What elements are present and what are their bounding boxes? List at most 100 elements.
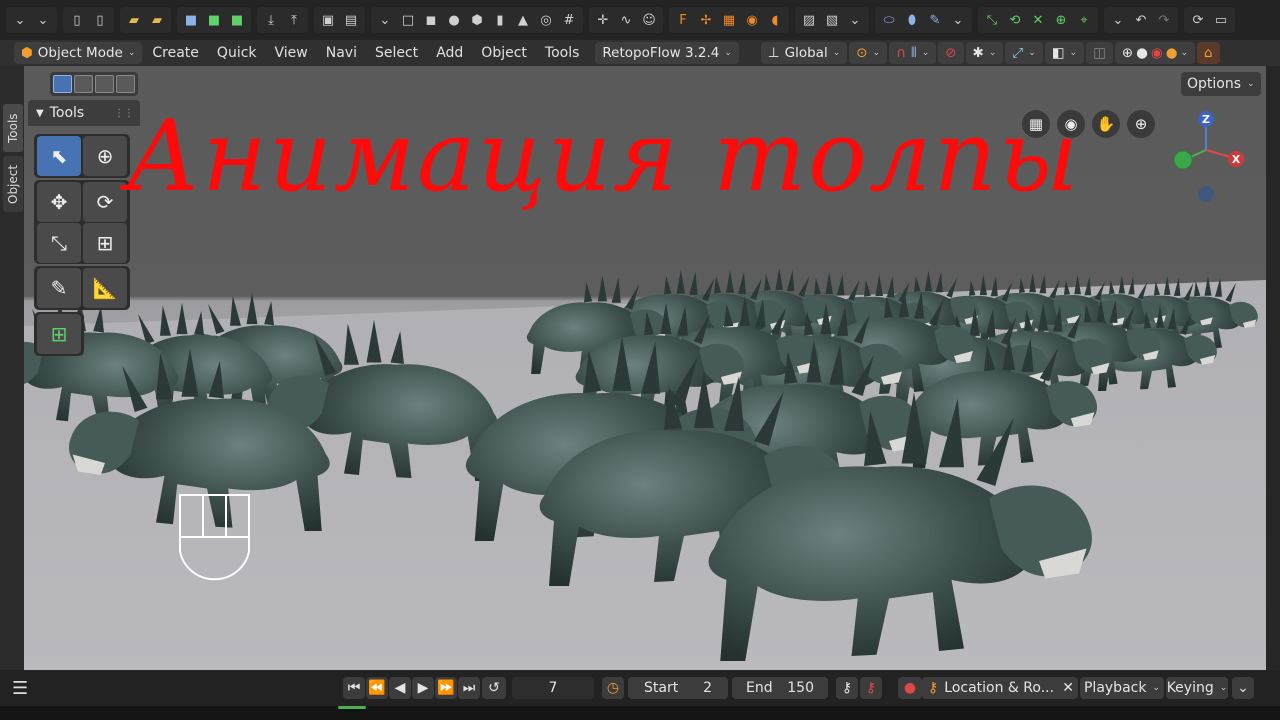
current-frame-field[interactable]: 7 <box>512 677 594 699</box>
mirror-icon[interactable]: ⬮ <box>901 9 923 31</box>
dropdown-icon[interactable]: ⌄ <box>1107 9 1129 31</box>
menu-quick[interactable]: Quick <box>209 45 265 61</box>
play-reverse-button[interactable]: ◀ <box>389 677 411 699</box>
limit-icon[interactable]: ✕ <box>1027 9 1049 31</box>
render-image-icon[interactable]: ▣ <box>317 9 339 31</box>
recent-folder-icon[interactable]: ▰ <box>146 9 168 31</box>
save-copy-icon[interactable]: ■ <box>226 9 248 31</box>
open-folder-icon[interactable]: ▰ <box>123 9 145 31</box>
monkey-icon[interactable]: ☺ <box>638 9 660 31</box>
select-new-icon[interactable] <box>53 75 72 93</box>
import-icon[interactable]: ⤓ <box>260 9 282 31</box>
menu-select[interactable]: Select <box>367 45 426 61</box>
new-file-icon[interactable]: ▯ <box>66 9 88 31</box>
modifier-icon[interactable]: ✎ <box>924 9 946 31</box>
axis-gizmo[interactable]: Z X <box>1168 108 1258 208</box>
add-cube-tool[interactable]: ⊞ <box>37 314 81 354</box>
subdivision-icon[interactable]: ⬭ <box>878 9 900 31</box>
mode-selector[interactable]: ⬢ Object Mode ⌄ <box>14 42 143 64</box>
pivot-selector[interactable]: ⊙ ⌄ <box>849 42 888 64</box>
render-animation-icon[interactable]: ▤ <box>340 9 362 31</box>
constraint-icon[interactable]: ⤡ <box>981 9 1003 31</box>
undo-icon[interactable]: ↶ <box>1130 9 1152 31</box>
speaker-icon[interactable]: ◖ <box>764 9 786 31</box>
jump-key-back-button[interactable]: ⏪ <box>366 677 388 699</box>
empty-icon[interactable]: ✛ <box>592 9 614 31</box>
menu-object[interactable]: Object <box>473 45 535 61</box>
end-frame-field[interactable]: End 150 <box>732 677 828 699</box>
redo-icon[interactable]: ↷ <box>1153 9 1175 31</box>
material-shading-icon[interactable]: ◉ <box>1151 45 1163 61</box>
scale-tool[interactable]: ⤡ <box>37 223 81 263</box>
dropdown-icon[interactable]: ⌄ <box>947 9 969 31</box>
lattice-icon[interactable]: ▦ <box>718 9 740 31</box>
cylinder-icon[interactable]: ▮ <box>489 9 511 31</box>
solid-shading-icon[interactable]: ● <box>1136 45 1148 61</box>
annotate-tool[interactable]: ✎ <box>37 268 81 308</box>
dropdown-icon[interactable]: ⌄ <box>374 9 396 31</box>
keyframe-delete-button[interactable]: ⚷ <box>860 677 882 699</box>
keyframe-insert-button[interactable]: ⚷ <box>836 677 858 699</box>
select-box-tool[interactable]: ⬉ <box>37 136 81 176</box>
rendered-shading-icon[interactable]: ● <box>1166 45 1178 61</box>
copy-location-icon[interactable]: ⟲ <box>1004 9 1026 31</box>
transform-tool[interactable]: ⊞ <box>83 223 127 263</box>
proportional-toggle[interactable]: ⊘ <box>938 42 964 64</box>
rotate-tool[interactable]: ⟳ <box>83 182 127 222</box>
grid-icon[interactable]: # <box>558 9 580 31</box>
torus-icon[interactable]: ◎ <box>535 9 557 31</box>
ico-sphere-icon[interactable]: ⬢ <box>466 9 488 31</box>
pan-button[interactable]: ✋ <box>1092 110 1120 138</box>
preview-range-toggle[interactable]: ◷ <box>602 677 624 699</box>
shading-selector[interactable]: ⊕ ● ◉ ● ⌄ <box>1114 42 1196 64</box>
save-as-icon[interactable]: ■ <box>203 9 225 31</box>
menu-navi[interactable]: Navi <box>318 45 365 61</box>
snap-selector[interactable]: ∩ ⫴ ⌄ <box>889 42 937 64</box>
neg-z-axis-handle[interactable] <box>1198 186 1214 202</box>
timeline-dropdown[interactable]: ⌄ <box>1232 677 1254 699</box>
retopoflow-menu[interactable]: RetopoFlow 3.2.4 ⌄ <box>595 42 739 64</box>
menu-create[interactable]: Create <box>144 45 207 61</box>
camera-icon[interactable]: ◉ <box>741 9 763 31</box>
blank-file-icon[interactable]: ▯ <box>89 9 111 31</box>
cube-icon[interactable]: ◼ <box>420 9 442 31</box>
home-button[interactable]: ⌂ <box>1197 42 1220 64</box>
window-icon[interactable]: ▭ <box>1210 9 1232 31</box>
keying-menu[interactable]: Keying ⌄ <box>1166 677 1228 699</box>
menu-add[interactable]: Add <box>428 45 471 61</box>
playback-menu[interactable]: Playback ⌄ <box>1080 677 1164 699</box>
start-frame-field[interactable]: Start 2 <box>628 677 728 699</box>
clear-icon[interactable]: ✕ <box>1062 680 1074 696</box>
keying-set-field[interactable]: ⚷ Location & Ro... ✕ <box>922 677 1078 699</box>
armature-icon[interactable]: ✢ <box>695 9 717 31</box>
auto-key-toggle[interactable]: ● <box>898 677 922 699</box>
move-tool[interactable]: ✥ <box>37 182 81 222</box>
options-dropdown[interactable]: Options ⌄ <box>1181 72 1261 96</box>
export-icon[interactable]: ⤒ <box>283 9 305 31</box>
wireframe-shading-icon[interactable]: ⊕ <box>1122 45 1133 61</box>
visibility-selector[interactable]: ✱ ⌄ <box>965 42 1004 64</box>
select-invert-icon[interactable] <box>116 75 135 93</box>
dropdown-icon[interactable]: ⌄ <box>32 9 54 31</box>
image-plane-icon[interactable]: ▧ <box>821 9 843 31</box>
gizmo-selector[interactable]: ⤢ ⌄ <box>1005 42 1043 64</box>
cone-icon[interactable]: ▲ <box>512 9 534 31</box>
hamburger-menu-icon[interactable]: ☰ <box>12 678 28 699</box>
curve-icon[interactable]: ∿ <box>615 9 637 31</box>
cursor-tool[interactable]: ⊕ <box>83 136 127 176</box>
jump-key-forward-button[interactable]: ⏩ <box>435 677 457 699</box>
text-icon[interactable]: F <box>672 9 694 31</box>
tab-object[interactable]: Object <box>3 156 23 212</box>
y-axis-handle[interactable] <box>1173 150 1193 170</box>
dropdown-icon[interactable]: ⌄ <box>9 9 31 31</box>
save-icon[interactable]: ■ <box>180 9 202 31</box>
jump-start-button[interactable]: ⏮ <box>343 677 365 699</box>
reload-icon[interactable]: ⟳ <box>1187 9 1209 31</box>
xray-toggle[interactable]: ◫ <box>1086 42 1113 64</box>
image-icon[interactable]: ▨ <box>798 9 820 31</box>
orientation-selector[interactable]: ⊥ Global ⌄ <box>760 42 848 64</box>
measure-tool[interactable]: 📐 <box>83 268 127 308</box>
select-subtract-icon[interactable] <box>95 75 114 93</box>
zoom-button[interactable]: ⊕ <box>1127 110 1155 138</box>
jump-end-button[interactable]: ⏭ <box>458 677 480 699</box>
